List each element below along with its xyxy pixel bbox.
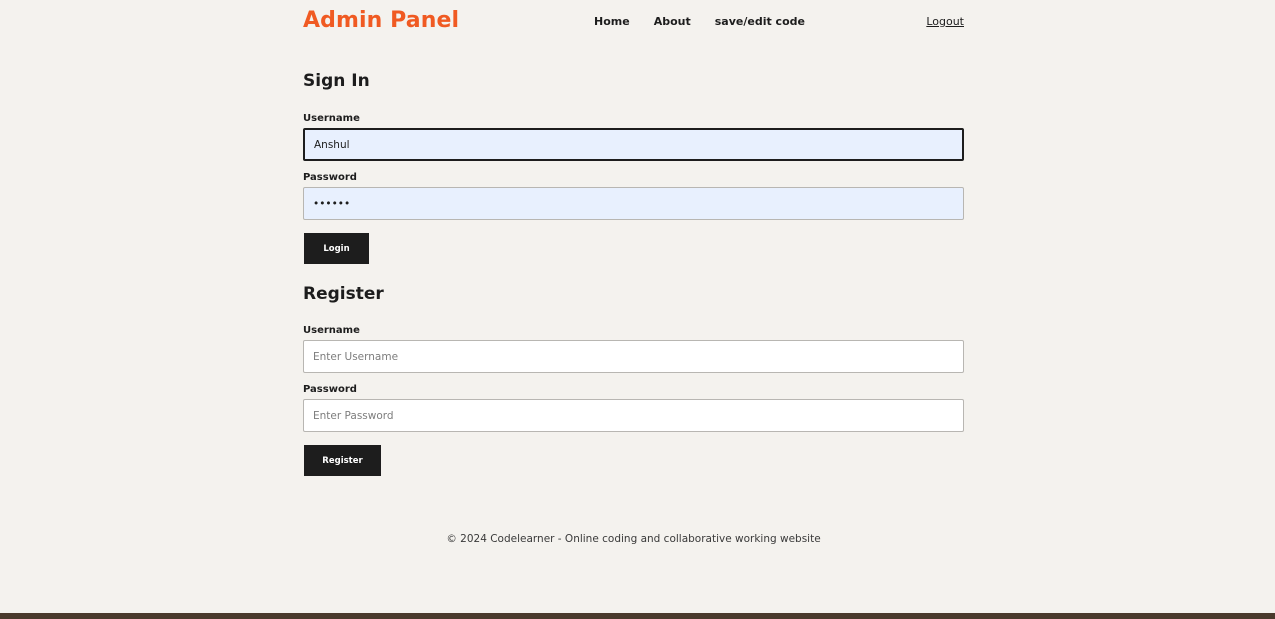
register-button[interactable]: Register xyxy=(304,445,381,476)
brand-title: Admin Panel xyxy=(303,8,460,33)
site-header: Admin Panel Home About save/edit code Lo… xyxy=(303,0,964,46)
nav-save-edit-code-link[interactable]: save/edit code xyxy=(715,15,805,28)
nav-home-link[interactable]: Home xyxy=(594,15,630,28)
register-username-label: Username xyxy=(303,325,360,336)
nav-about-link[interactable]: About xyxy=(654,15,691,28)
signin-password-input[interactable] xyxy=(303,187,964,220)
bottom-edge-bar xyxy=(0,613,1275,619)
register-password-input[interactable] xyxy=(303,399,964,432)
login-button[interactable]: Login xyxy=(304,233,369,264)
site-footer: © 2024 Codelearner - Online coding and c… xyxy=(446,533,821,545)
register-password-label: Password xyxy=(303,384,357,395)
signin-title: Sign In xyxy=(303,71,370,91)
signin-password-label: Password xyxy=(303,172,357,183)
main-nav: Home About save/edit code xyxy=(594,15,805,28)
logout-link[interactable]: Logout xyxy=(926,15,964,28)
register-username-input[interactable] xyxy=(303,340,964,373)
signin-username-input[interactable] xyxy=(303,128,964,161)
page-container: Admin Panel Home About save/edit code Lo… xyxy=(303,0,964,476)
register-title: Register xyxy=(303,284,384,304)
signin-username-label: Username xyxy=(303,113,360,124)
